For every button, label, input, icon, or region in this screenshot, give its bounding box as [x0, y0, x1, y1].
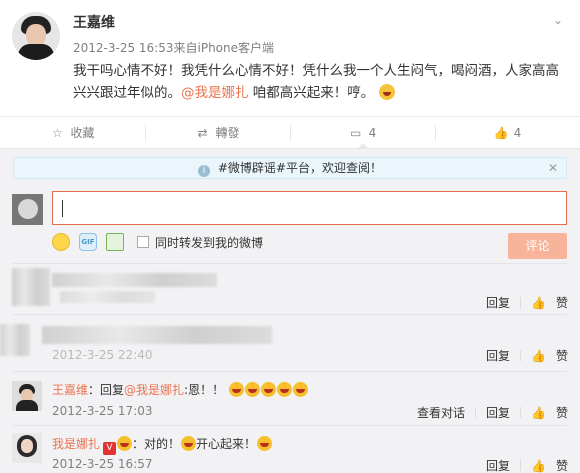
sync-checkbox[interactable]: [137, 236, 149, 248]
comment-field[interactable]: [53, 192, 566, 224]
verified-badge-icon: V: [103, 442, 117, 455]
post-text-b: 咱都高兴起来！哼。: [248, 85, 375, 101]
laughing-emoji-icon: [276, 382, 292, 397]
laughing-emoji-icon: [257, 436, 273, 451]
favorite-label: 收藏: [70, 126, 95, 140]
commenter-avatar[interactable]: [12, 381, 42, 411]
post-text: 我干吗心情不好！我凭什么心情不好！凭什么我一个人生闷气，喝闷酒，人家高高兴兴跟过…: [73, 60, 568, 104]
comment-button[interactable]: ▭ 4: [290, 117, 435, 149]
blurred-comment-text: [52, 273, 217, 287]
blurred-avatar: [0, 324, 30, 356]
chevron-down-icon[interactable]: ⌄: [550, 12, 566, 28]
comment-body: 王嘉维：回复@我是娜扎:恩！！: [52, 381, 308, 398]
repost-icon: ⇄: [197, 125, 208, 140]
info-icon: i: [198, 165, 211, 177]
post: 王嘉维 2012-3-25 16:53来自iPhone客户端 ⌄ 我干吗心情不好…: [0, 0, 580, 116]
comment-icon: ▭: [350, 125, 362, 140]
blurred-comment-text: [42, 326, 272, 344]
weibo-post-card: 王嘉维 2012-3-25 16:53来自iPhone客户端 ⌄ 我干吗心情不好…: [0, 0, 580, 473]
laughing-emoji-icon: [228, 382, 244, 397]
laughing-emoji-icon: [260, 382, 276, 397]
reply-link[interactable]: 回复: [486, 457, 510, 473]
thumbs-up-icon[interactable]: 👍: [531, 406, 546, 420]
sync-label: 同时转发到我的微博: [155, 235, 264, 250]
favorite-button[interactable]: ☆ 收藏: [0, 117, 145, 148]
gif-icon[interactable]: GIF: [79, 233, 97, 251]
thumbs-up-icon[interactable]: 👍: [531, 459, 546, 473]
laughing-emoji-icon: [292, 382, 308, 397]
comment-text-2: 开心起来！: [196, 437, 257, 451]
author-name[interactable]: 王嘉维: [73, 12, 115, 32]
laughing-emoji-icon: [378, 84, 395, 100]
reply-link[interactable]: 回复: [486, 294, 510, 311]
comment-count: 4: [368, 125, 377, 140]
comment-body: 我是娜扎 V ：对的！ 开心起来！: [52, 435, 273, 455]
comment-actions: 回复 👍 赞: [486, 294, 568, 311]
comment-time: 2012-3-25 22:40: [52, 348, 153, 362]
comment-input[interactable]: [52, 191, 567, 225]
blurred-avatar: [12, 268, 50, 306]
author-avatar[interactable]: [12, 12, 60, 60]
my-avatar: [12, 194, 43, 225]
submit-comment-button[interactable]: 评论: [508, 233, 567, 259]
commenter-avatar[interactable]: [12, 433, 42, 463]
comment-text: ：对的！: [132, 437, 181, 451]
laughing-emoji-icon: [244, 382, 260, 397]
comment-actions: 回复 👍 赞: [486, 347, 568, 364]
image-icon[interactable]: [106, 233, 124, 251]
comment-time: 2012-3-25 17:03: [52, 404, 153, 418]
notice-text[interactable]: #微博辟谣#平台，欢迎查阅！: [218, 161, 382, 175]
comment-time: 2012-3-25 16:57: [52, 457, 153, 471]
view-thread-link[interactable]: 查看对话: [417, 404, 465, 421]
reply-link[interactable]: 回复: [486, 404, 510, 421]
close-icon[interactable]: ✕: [548, 158, 558, 178]
comments-section: i #微博辟谣#平台，欢迎查阅！ ✕ GIF 同时转发到我的微博 评论 回复 👍…: [0, 148, 580, 473]
repost-button[interactable]: ⇄ 轉發: [145, 117, 290, 148]
thumbs-up-icon[interactable]: 👍: [531, 349, 546, 363]
star-icon: ☆: [52, 125, 63, 140]
comment-actions: 查看对话 回复 👍 赞: [417, 404, 568, 421]
comment-tools: GIF 同时转发到我的微博: [52, 231, 263, 253]
like-link[interactable]: 赞: [556, 294, 568, 311]
like-link[interactable]: 赞: [556, 404, 568, 421]
mention-link[interactable]: @我是娜扎: [181, 85, 249, 101]
mention-link[interactable]: @我是娜扎: [124, 383, 184, 397]
post-actions: ☆ 收藏 ⇄ 轉發 ▭ 4 👍 4: [0, 116, 580, 149]
reply-link[interactable]: 回复: [486, 347, 510, 364]
like-count: 4: [513, 125, 522, 140]
rumor-notice: i #微博辟谣#平台，欢迎查阅！ ✕: [13, 157, 567, 179]
like-button[interactable]: 👍 4: [435, 117, 580, 148]
emoji-icon: [117, 436, 133, 451]
blurred-comment-time: [60, 291, 155, 303]
thumbs-up-icon[interactable]: 👍: [531, 296, 546, 310]
emotion-icon[interactable]: [52, 233, 70, 251]
comment-text-post: :恩！！: [184, 383, 225, 397]
post-time[interactable]: 2012-3-25 16:53: [73, 41, 174, 55]
thumbs-up-icon: 👍: [493, 125, 509, 140]
like-link[interactable]: 赞: [556, 347, 568, 364]
commenter-name[interactable]: 我是娜扎: [52, 437, 100, 451]
comment-text-pre: ：回复: [88, 383, 125, 397]
repost-label: 轉發: [215, 126, 240, 140]
like-link[interactable]: 赞: [556, 457, 568, 473]
laughing-emoji-icon: [181, 436, 197, 451]
post-source[interactable]: 来自iPhone客户端: [174, 41, 275, 55]
commenter-name[interactable]: 王嘉维: [52, 383, 88, 397]
comment-actions: 回复 👍 赞: [486, 457, 568, 473]
post-meta: 2012-3-25 16:53来自iPhone客户端: [73, 39, 274, 56]
